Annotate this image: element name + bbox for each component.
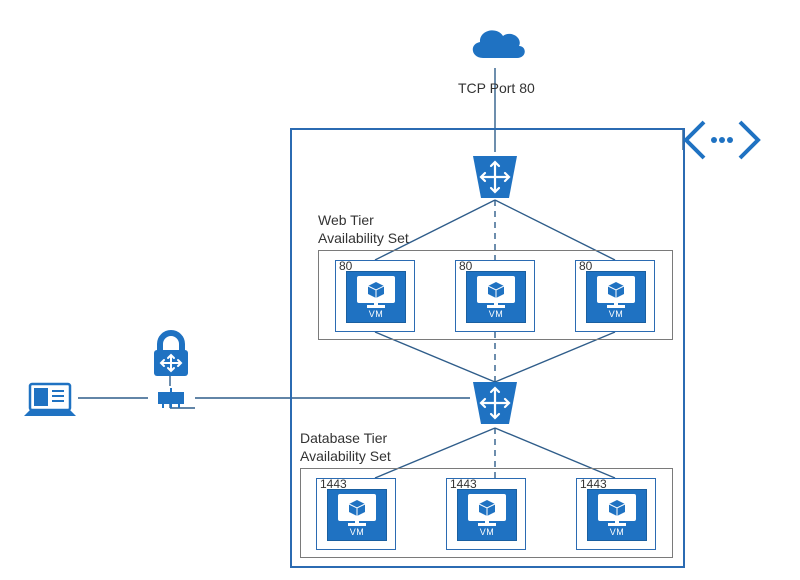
web-tier-title-line2: Availability Set <box>318 230 409 246</box>
cube-icon <box>608 499 626 517</box>
cube-icon <box>607 281 625 299</box>
cloud-icon <box>463 22 529 73</box>
cube-icon <box>348 499 366 517</box>
vm-label: VM <box>350 527 365 537</box>
network-hub-icon <box>156 388 186 415</box>
db-vm-1: 1443 VM <box>316 478 396 550</box>
db-tier-title: Database Tier Availability Set <box>300 430 391 465</box>
firewall-icon <box>148 330 194 385</box>
load-balancer-bottom-icon <box>469 378 521 433</box>
web-vm-3: 80 VM <box>575 260 655 332</box>
db-tier-title-line2: Availability Set <box>300 448 391 464</box>
cube-icon <box>367 281 385 299</box>
db-vm-2: 1443 VM <box>446 478 526 550</box>
vm-icon: VM <box>587 489 647 541</box>
cloud-port-label: TCP Port 80 <box>458 80 535 98</box>
web-tier-title: Web Tier Availability Set <box>318 212 409 247</box>
cube-icon <box>478 499 496 517</box>
web-vm-1: 80 VM <box>335 260 415 332</box>
web-vm-2: 80 VM <box>455 260 535 332</box>
cube-icon <box>487 281 505 299</box>
load-balancer-top-icon <box>469 152 521 207</box>
vm-icon: VM <box>327 489 387 541</box>
vm-label: VM <box>480 527 495 537</box>
vm-label: VM <box>489 309 504 319</box>
vm-label: VM <box>609 309 624 319</box>
vm-label: VM <box>369 309 384 319</box>
web-tier-title-line1: Web Tier <box>318 212 374 228</box>
vm-icon: VM <box>346 271 406 323</box>
vm-icon: VM <box>586 271 646 323</box>
vm-icon: VM <box>457 489 517 541</box>
vm-icon: VM <box>466 271 526 323</box>
vnet-brackets-icon <box>682 118 762 167</box>
db-tier-title-line1: Database Tier <box>300 430 387 446</box>
laptop-icon <box>22 380 78 425</box>
vm-label: VM <box>610 527 625 537</box>
db-vm-3: 1443 VM <box>576 478 656 550</box>
